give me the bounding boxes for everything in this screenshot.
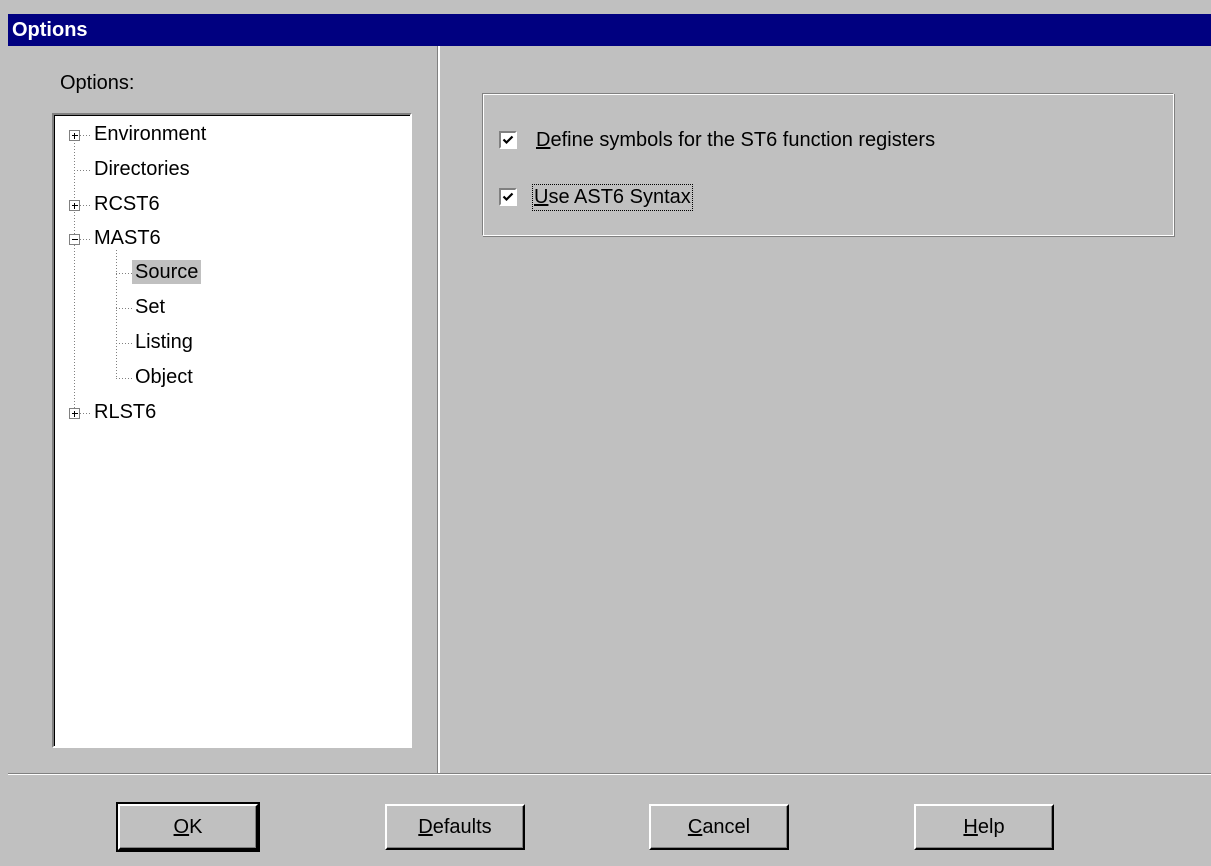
cancel-button[interactable]: Cancel — [649, 804, 789, 850]
settings-group — [482, 93, 1174, 236]
tree-item-set[interactable]: Set — [132, 295, 168, 319]
checkmark-icon — [502, 192, 514, 202]
define-symbols-checkbox[interactable] — [499, 131, 517, 149]
tree-item-environment[interactable]: Environment — [91, 122, 209, 146]
tree-item-mast6[interactable]: MAST6 — [91, 226, 164, 250]
help-accel: H — [963, 816, 978, 838]
expander-rcst6-icon — [69, 200, 80, 211]
defaults-text: efaults — [432, 816, 492, 838]
window-title: Options — [12, 19, 88, 41]
tree-item-rcst6[interactable]: RCST6 — [91, 192, 163, 216]
tree-item-source[interactable]: Source — [132, 260, 202, 284]
use-ast6-text: se AST6 Syntax — [548, 186, 691, 208]
title-bar[interactable]: Options — [8, 14, 1211, 46]
tree-item-listing[interactable]: Listing — [132, 330, 196, 354]
collapser-mast6-icon — [69, 234, 80, 245]
defaults-button[interactable]: Defaults — [385, 804, 525, 850]
help-text: elp — [977, 816, 1005, 838]
ok-accel: O — [173, 816, 190, 838]
defaults-accel: D — [418, 816, 433, 838]
checkmark-icon — [502, 135, 514, 145]
ok-button[interactable]: OK — [116, 802, 260, 852]
use-ast6-accel: U — [534, 186, 549, 208]
tree-item-object[interactable]: Object — [132, 365, 196, 389]
expander-environment-icon — [69, 130, 80, 141]
options-tree[interactable]: Environment Directories RCST6 MAST6 Sour… — [52, 113, 412, 748]
button-separator — [8, 773, 1211, 775]
expander-rlst6-icon — [69, 408, 80, 419]
options-tree-label: Options: — [60, 72, 135, 94]
cancel-accel: C — [687, 816, 703, 838]
options-dialog: Options Options: Environment Directories… — [0, 0, 1211, 866]
help-button[interactable]: Help — [914, 804, 1054, 850]
tree-item-rlst6[interactable]: RLST6 — [91, 400, 159, 424]
use-ast6-checkbox[interactable] — [499, 188, 517, 206]
tree-item-directories[interactable]: Directories — [91, 157, 193, 181]
cancel-text: ancel — [702, 816, 751, 838]
ok-text: K — [189, 816, 203, 838]
define-symbols-text: efine symbols for the ST6 function regis… — [550, 129, 936, 151]
define-symbols-label[interactable]: Define symbols for the ST6 function regi… — [536, 129, 935, 152]
define-symbols-accel: D — [536, 129, 551, 151]
use-ast6-label[interactable]: Use AST6 Syntax — [532, 184, 693, 211]
